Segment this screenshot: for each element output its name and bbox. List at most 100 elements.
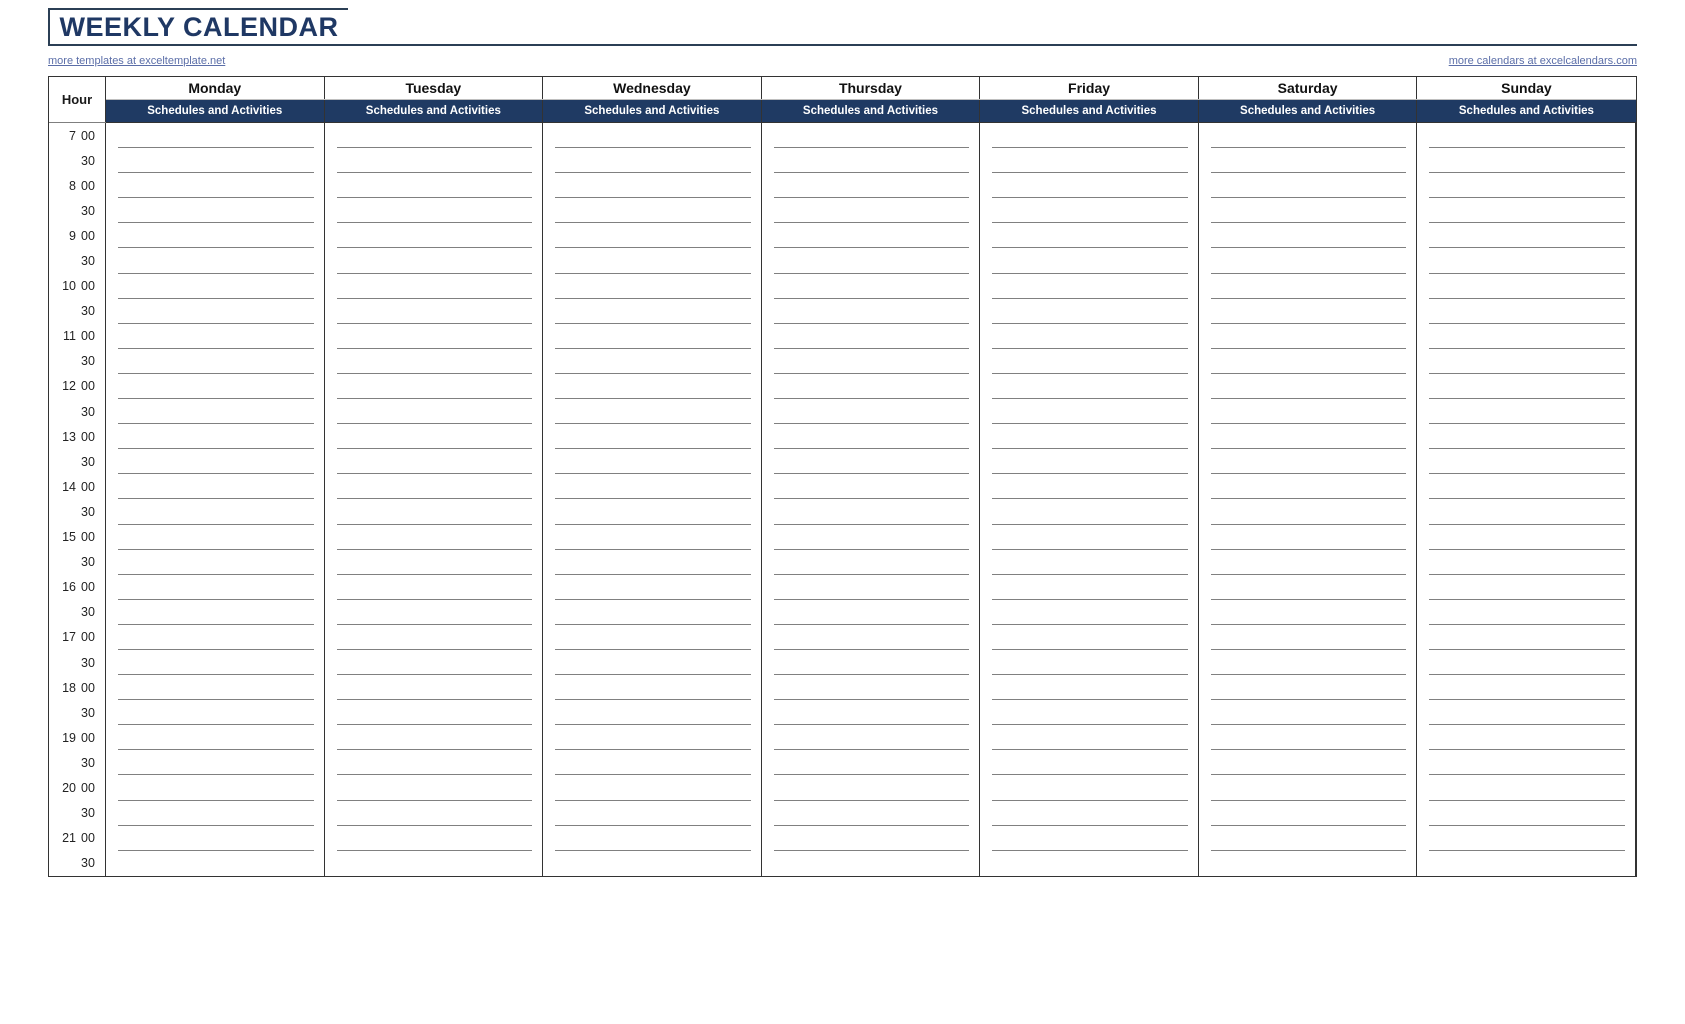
schedule-entry-cell[interactable] xyxy=(324,399,544,425)
schedule-entry-cell[interactable] xyxy=(1198,750,1418,776)
schedule-entry-cell[interactable] xyxy=(979,725,1199,751)
schedule-entry-cell[interactable] xyxy=(979,599,1199,625)
schedule-entry-cell[interactable] xyxy=(1198,649,1418,676)
schedule-entry-cell[interactable] xyxy=(979,399,1199,425)
schedule-entry-cell[interactable] xyxy=(542,348,762,374)
schedule-entry-cell[interactable] xyxy=(1198,675,1418,701)
schedule-entry-cell[interactable] xyxy=(1198,449,1418,475)
schedule-entry-cell[interactable] xyxy=(1198,424,1418,450)
schedule-entry-cell[interactable] xyxy=(1416,348,1636,374)
schedule-entry-cell[interactable] xyxy=(105,574,325,600)
schedule-entry-cell[interactable] xyxy=(1198,524,1418,550)
schedule-entry-cell[interactable] xyxy=(1416,248,1636,274)
schedule-entry-cell[interactable] xyxy=(979,273,1199,299)
schedule-entry-cell[interactable] xyxy=(1198,173,1418,199)
schedule-entry-cell[interactable] xyxy=(105,624,325,650)
schedule-entry-cell[interactable] xyxy=(324,323,544,349)
schedule-entry-cell[interactable] xyxy=(761,750,981,776)
schedule-entry-cell[interactable] xyxy=(1198,122,1418,149)
schedule-entry-cell[interactable] xyxy=(324,574,544,600)
schedule-entry-cell[interactable] xyxy=(105,599,325,625)
schedule-entry-cell[interactable] xyxy=(105,825,325,851)
schedule-entry-cell[interactable] xyxy=(324,750,544,776)
schedule-entry-cell[interactable] xyxy=(542,198,762,224)
schedule-entry-cell[interactable] xyxy=(979,122,1199,149)
schedule-entry-cell[interactable] xyxy=(542,599,762,625)
schedule-entry-cell[interactable] xyxy=(324,775,544,801)
schedule-entry-cell[interactable] xyxy=(1416,198,1636,224)
schedule-entry-cell[interactable] xyxy=(979,624,1199,650)
schedule-entry-cell[interactable] xyxy=(761,675,981,701)
schedule-entry-cell[interactable] xyxy=(1416,474,1636,500)
schedule-entry-cell[interactable] xyxy=(542,675,762,701)
schedule-entry-cell[interactable] xyxy=(979,549,1199,575)
schedule-entry-cell[interactable] xyxy=(105,725,325,751)
schedule-entry-cell[interactable] xyxy=(542,549,762,575)
schedule-entry-cell[interactable] xyxy=(542,775,762,801)
schedule-entry-cell[interactable] xyxy=(105,373,325,400)
schedule-entry-cell[interactable] xyxy=(1416,649,1636,676)
schedule-entry-cell[interactable] xyxy=(761,148,981,174)
schedule-entry-cell[interactable] xyxy=(1416,750,1636,776)
schedule-entry-cell[interactable] xyxy=(1416,173,1636,199)
schedule-entry-cell[interactable] xyxy=(979,499,1199,525)
schedule-entry-cell[interactable] xyxy=(105,148,325,174)
schedule-entry-cell[interactable] xyxy=(1198,248,1418,274)
schedule-entry-cell[interactable] xyxy=(324,675,544,701)
schedule-entry-cell[interactable] xyxy=(105,198,325,224)
schedule-entry-cell[interactable] xyxy=(105,298,325,324)
schedule-entry-cell[interactable] xyxy=(1416,323,1636,349)
schedule-entry-cell[interactable] xyxy=(1198,574,1418,600)
schedule-entry-cell[interactable] xyxy=(979,298,1199,324)
schedule-entry-cell[interactable] xyxy=(324,373,544,400)
schedule-entry-cell[interactable] xyxy=(761,173,981,199)
schedule-entry-cell[interactable] xyxy=(979,474,1199,500)
schedule-entry-cell[interactable] xyxy=(542,248,762,274)
schedule-entry-cell[interactable] xyxy=(324,599,544,625)
schedule-entry-cell[interactable] xyxy=(761,574,981,600)
schedule-entry-cell[interactable] xyxy=(1198,399,1418,425)
schedule-entry-cell[interactable] xyxy=(979,775,1199,801)
schedule-entry-cell[interactable] xyxy=(1416,148,1636,174)
schedule-entry-cell[interactable] xyxy=(1416,624,1636,650)
schedule-entry-cell[interactable] xyxy=(105,399,325,425)
schedule-entry-cell[interactable] xyxy=(542,424,762,450)
schedule-entry-cell[interactable] xyxy=(1198,825,1418,851)
schedule-entry-cell[interactable] xyxy=(1416,399,1636,425)
schedule-entry-cell[interactable] xyxy=(1416,825,1636,851)
schedule-entry-cell[interactable] xyxy=(761,122,981,149)
schedule-entry-cell[interactable] xyxy=(761,474,981,500)
schedule-entry-cell[interactable] xyxy=(105,700,325,726)
schedule-entry-cell[interactable] xyxy=(105,649,325,676)
schedule-entry-cell[interactable] xyxy=(105,750,325,776)
schedule-entry-cell[interactable] xyxy=(1416,800,1636,826)
schedule-entry-cell[interactable] xyxy=(761,624,981,650)
schedule-entry-cell[interactable] xyxy=(979,825,1199,851)
schedule-entry-cell[interactable] xyxy=(324,273,544,299)
schedule-entry-cell[interactable] xyxy=(1416,725,1636,751)
schedule-entry-cell[interactable] xyxy=(761,700,981,726)
schedule-entry-cell[interactable] xyxy=(324,624,544,650)
schedule-entry-cell[interactable] xyxy=(542,373,762,400)
schedule-entry-cell[interactable] xyxy=(1416,549,1636,575)
schedule-entry-cell[interactable] xyxy=(979,248,1199,274)
schedule-entry-cell[interactable] xyxy=(542,148,762,174)
schedule-entry-cell[interactable] xyxy=(1416,675,1636,701)
schedule-entry-cell[interactable] xyxy=(979,850,1199,876)
schedule-entry-cell[interactable] xyxy=(324,223,544,249)
schedule-entry-cell[interactable] xyxy=(1198,499,1418,525)
schedule-entry-cell[interactable] xyxy=(979,373,1199,400)
schedule-entry-cell[interactable] xyxy=(761,850,981,876)
schedule-entry-cell[interactable] xyxy=(324,825,544,851)
schedule-entry-cell[interactable] xyxy=(1198,700,1418,726)
schedule-entry-cell[interactable] xyxy=(761,373,981,400)
schedule-entry-cell[interactable] xyxy=(542,700,762,726)
schedule-entry-cell[interactable] xyxy=(542,399,762,425)
schedule-entry-cell[interactable] xyxy=(761,800,981,826)
schedule-entry-cell[interactable] xyxy=(979,323,1199,349)
schedule-entry-cell[interactable] xyxy=(979,675,1199,701)
schedule-entry-cell[interactable] xyxy=(324,173,544,199)
schedule-entry-cell[interactable] xyxy=(761,399,981,425)
schedule-entry-cell[interactable] xyxy=(1198,148,1418,174)
schedule-entry-cell[interactable] xyxy=(324,700,544,726)
